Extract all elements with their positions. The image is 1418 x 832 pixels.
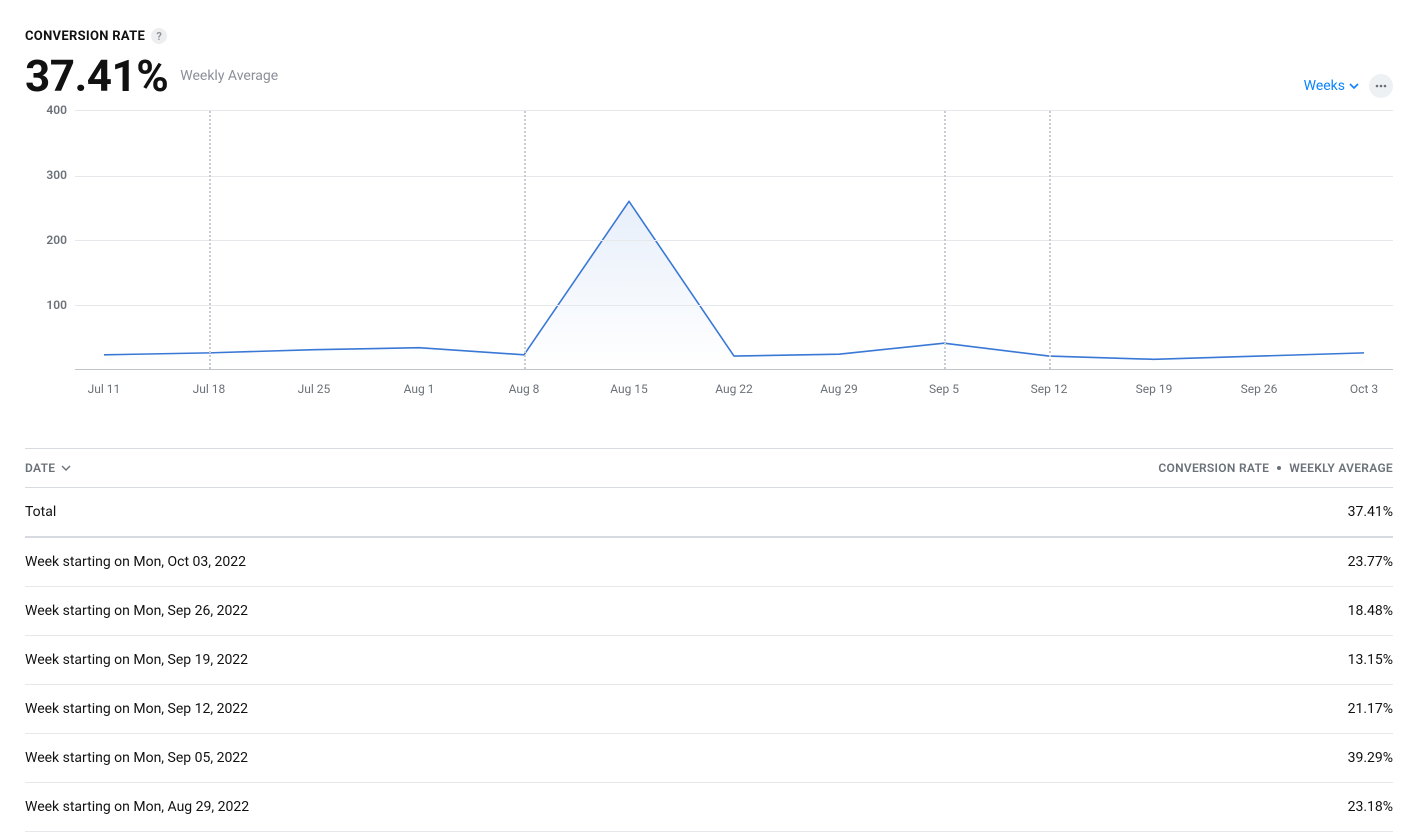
chevron-down-icon (1349, 81, 1359, 91)
separator-dot-icon (1277, 466, 1281, 470)
ellipsis-icon (1374, 79, 1388, 93)
table-row-label: Week starting on Mon, Sep 26, 2022 (25, 603, 248, 619)
metric-subtitle: Weekly Average (180, 68, 278, 84)
table-row-value: 18.48% (1348, 603, 1393, 619)
chart-event-marker (1049, 111, 1051, 369)
value-column-agg: WEEKLY AVERAGE (1289, 461, 1393, 475)
chart-gridline (75, 240, 1393, 241)
table-row-value: 39.29% (1348, 750, 1393, 766)
chart-y-tick: 100 (46, 298, 67, 312)
chart-x-tick: Aug 1 (404, 382, 435, 396)
chart-x-tick: Jul 11 (88, 382, 121, 396)
chart-x-tick: Aug 22 (715, 382, 753, 396)
table-row: Week starting on Mon, Sep 12, 2022 21.17% (25, 685, 1393, 734)
help-icon[interactable]: ? (151, 28, 167, 44)
table-row-value: 21.17% (1348, 701, 1393, 717)
sort-chevron-down-icon (61, 463, 71, 473)
table-row-value: 23.77% (1348, 554, 1393, 570)
value-column-metric: CONVERSION RATE (1158, 461, 1269, 475)
chart-x-tick: Aug 15 (610, 382, 648, 396)
table-row-total: Total 37.41% (25, 488, 1393, 538)
chart-line (104, 201, 1364, 359)
chart-area (104, 201, 1364, 369)
chart-event-marker (524, 111, 526, 369)
metric-title: CONVERSION RATE (25, 29, 145, 44)
granularity-dropdown[interactable]: Weeks (1304, 78, 1359, 94)
chart-event-marker (944, 111, 946, 369)
chart-x-tick: Sep 19 (1136, 382, 1173, 396)
chart-x-tick: Aug 8 (509, 382, 540, 396)
chart-x-tick: Oct 3 (1350, 382, 1378, 396)
table-row: Week starting on Mon, Oct 03, 2022 23.77% (25, 538, 1393, 587)
table-row: Week starting on Mon, Sep 19, 2022 13.15% (25, 636, 1393, 685)
date-column-header[interactable]: DATE (25, 461, 71, 475)
more-menu-button[interactable] (1369, 74, 1393, 98)
table-row-value: 37.41% (1348, 504, 1393, 520)
chart-gridline (75, 305, 1393, 306)
chart-event-marker (209, 111, 211, 369)
table-row-label: Week starting on Mon, Sep 19, 2022 (25, 652, 248, 668)
table-row-label: Week starting on Mon, Sep 05, 2022 (25, 750, 248, 766)
chart-x-tick: Jul 18 (193, 382, 226, 396)
granularity-dropdown-label: Weeks (1304, 78, 1345, 94)
chart-y-tick: 200 (46, 233, 67, 247)
table-row: Week starting on Mon, Sep 05, 2022 39.29% (25, 734, 1393, 783)
table-row: Week starting on Mon, Sep 26, 2022 18.48% (25, 587, 1393, 636)
chart-x-tick: Sep 5 (929, 382, 959, 396)
chart-y-tick: 300 (46, 168, 67, 182)
chart-y-tick: 400 (46, 103, 67, 117)
table-row-label: Week starting on Mon, Sep 12, 2022 (25, 701, 248, 717)
conversion-table: DATE CONVERSION RATE WEEKLY AVERAGE Tota… (25, 448, 1393, 832)
value-column-header: CONVERSION RATE WEEKLY AVERAGE (1158, 461, 1393, 475)
table-row-value: 13.15% (1348, 652, 1393, 668)
table-row-label: Week starting on Mon, Aug 29, 2022 (25, 799, 249, 815)
table-row: Week starting on Mon, Aug 29, 2022 23.18% (25, 783, 1393, 832)
chart-gridline (75, 176, 1393, 177)
chart-x-tick: Sep 12 (1031, 382, 1068, 396)
metric-value: 37.41% (25, 50, 168, 102)
date-column-label: DATE (25, 461, 55, 475)
chart-x-tick: Jul 25 (298, 382, 331, 396)
table-row-value: 23.18% (1348, 799, 1393, 815)
table-row-label: Total (25, 504, 56, 520)
table-row-label: Week starting on Mon, Oct 03, 2022 (25, 554, 246, 570)
conversion-rate-chart: 100200300400 Jul 11Jul 18Jul 25Aug 1Aug … (25, 110, 1393, 400)
chart-x-tick: Aug 29 (820, 382, 858, 396)
chart-x-tick: Sep 26 (1241, 382, 1278, 396)
